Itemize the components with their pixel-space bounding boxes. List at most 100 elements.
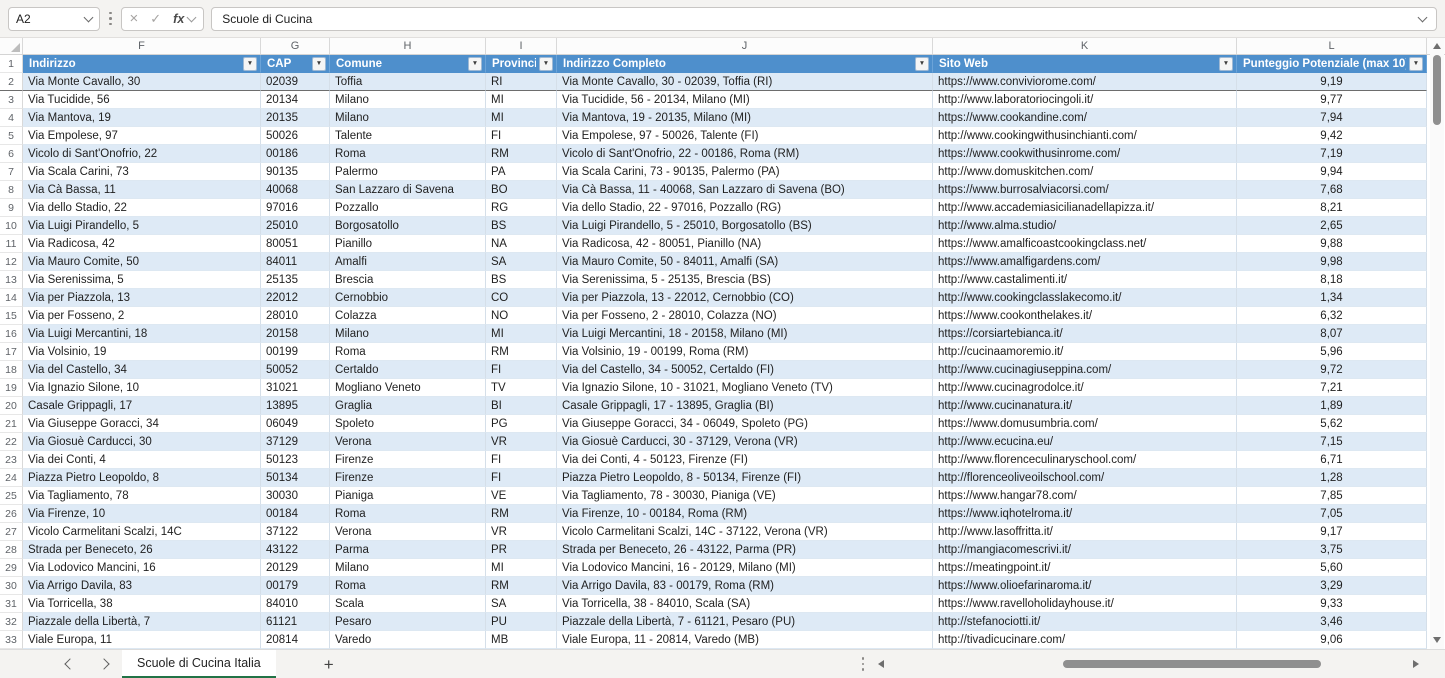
cell-completo[interactable]: Via per Fosseno, 2 - 28010, Colazza (NO) <box>557 307 933 325</box>
cell-comune[interactable]: Firenze <box>330 451 486 469</box>
cell-comune[interactable]: Cernobbio <box>330 289 486 307</box>
row-number[interactable]: 25 <box>0 487 23 505</box>
cell-sito[interactable]: http://www.florenceculinaryschool.com/ <box>933 451 1237 469</box>
cell-sito[interactable]: http://www.cookingclasslakecomo.it/ <box>933 289 1237 307</box>
cell-comune[interactable]: Roma <box>330 505 486 523</box>
row-number[interactable]: 22 <box>0 433 23 451</box>
header-cell-punteggio[interactable]: Punteggio Potenziale (max 10) ▼ <box>1237 55 1427 73</box>
cell-punteggio[interactable]: 7,85 <box>1237 487 1427 505</box>
row-number[interactable]: 15 <box>0 307 23 325</box>
cell-comune[interactable]: Certaldo <box>330 361 486 379</box>
vertical-scrollbar[interactable] <box>1430 38 1444 649</box>
row-number[interactable]: 30 <box>0 577 23 595</box>
cell-indirizzo[interactable]: Via Luigi Mercantini, 18 <box>23 325 261 343</box>
cell-indirizzo[interactable]: Via per Fosseno, 2 <box>23 307 261 325</box>
cell-sito[interactable]: http://www.cucinagiuseppina.com/ <box>933 361 1237 379</box>
header-cell-indirizzo[interactable]: Indirizzo ▼ <box>23 55 261 73</box>
row-number[interactable]: 16 <box>0 325 23 343</box>
cell-punteggio[interactable]: 7,19 <box>1237 145 1427 163</box>
cell-sito[interactable]: https://www.conviviorome.com/ <box>933 73 1237 91</box>
cell-comune[interactable]: Pozzallo <box>330 199 486 217</box>
row-number[interactable]: 5 <box>0 127 23 145</box>
cell-provincia[interactable]: RG <box>486 199 557 217</box>
cell-provincia[interactable]: FI <box>486 361 557 379</box>
cell-comune[interactable]: Milano <box>330 109 486 127</box>
cell-cap[interactable]: 25135 <box>261 271 330 289</box>
row-number[interactable]: 27 <box>0 523 23 541</box>
cell-completo[interactable]: Casale Grippagli, 17 - 13895, Graglia (B… <box>557 397 933 415</box>
cell-cap[interactable]: 20158 <box>261 325 330 343</box>
row-number[interactable]: 12 <box>0 253 23 271</box>
cell-punteggio[interactable]: 7,05 <box>1237 505 1427 523</box>
cell-punteggio[interactable]: 9,98 <box>1237 253 1427 271</box>
cell-indirizzo[interactable]: Via Empolese, 97 <box>23 127 261 145</box>
cell-comune[interactable]: Colazza <box>330 307 486 325</box>
cell-sito[interactable]: https://www.iqhotelroma.it/ <box>933 505 1237 523</box>
cell-punteggio[interactable]: 1,89 <box>1237 397 1427 415</box>
cell-cap[interactable]: 50052 <box>261 361 330 379</box>
cell-comune[interactable]: Pianillo <box>330 235 486 253</box>
row-number[interactable]: 32 <box>0 613 23 631</box>
cell-indirizzo[interactable]: Via Mauro Comite, 50 <box>23 253 261 271</box>
cell-sito[interactable]: http://www.cookingwithusinchianti.com/ <box>933 127 1237 145</box>
cell-cap[interactable]: 43122 <box>261 541 330 559</box>
cell-completo[interactable]: Via Firenze, 10 - 00184, Roma (RM) <box>557 505 933 523</box>
cell-comune[interactable]: Roma <box>330 343 486 361</box>
cell-cap[interactable]: 84010 <box>261 595 330 613</box>
cell-comune[interactable]: Mogliano Veneto <box>330 379 486 397</box>
cell-indirizzo[interactable]: Via Radicosa, 42 <box>23 235 261 253</box>
cell-completo[interactable]: Via Ignazio Silone, 10 - 31021, Mogliano… <box>557 379 933 397</box>
cell-comune[interactable]: Pesaro <box>330 613 486 631</box>
cell-provincia[interactable]: RI <box>486 73 557 91</box>
cell-punteggio[interactable]: 2,65 <box>1237 217 1427 235</box>
chevron-down-icon[interactable] <box>83 12 94 22</box>
column-letter-F[interactable]: F <box>23 38 261 54</box>
cell-cap[interactable]: 84011 <box>261 253 330 271</box>
cell-completo[interactable]: Via Radicosa, 42 - 80051, Pianillo (NA) <box>557 235 933 253</box>
filter-button-comune[interactable]: ▼ <box>468 56 482 71</box>
cell-comune[interactable]: Pianiga <box>330 487 486 505</box>
row-number[interactable]: 3 <box>0 91 23 109</box>
filter-button-provincia[interactable]: ▼ <box>539 56 553 71</box>
cell-cap[interactable]: 22012 <box>261 289 330 307</box>
cell-cap[interactable]: 00199 <box>261 343 330 361</box>
header-cell-sito[interactable]: Sito Web ▼ <box>933 55 1237 73</box>
cell-cap[interactable]: 97016 <box>261 199 330 217</box>
cell-provincia[interactable]: SA <box>486 595 557 613</box>
cell-comune[interactable]: Graglia <box>330 397 486 415</box>
cell-provincia[interactable]: MB <box>486 631 557 649</box>
cell-cap[interactable]: 30030 <box>261 487 330 505</box>
cell-provincia[interactable]: MI <box>486 91 557 109</box>
cell-provincia[interactable]: SA <box>486 253 557 271</box>
cell-completo[interactable]: Via Monte Cavallo, 30 - 02039, Toffia (R… <box>557 73 933 91</box>
header-cell-completo[interactable]: Indirizzo Completo ▼ <box>557 55 933 73</box>
cell-cap[interactable]: 06049 <box>261 415 330 433</box>
column-letter-G[interactable]: G <box>261 38 330 54</box>
cell-punteggio[interactable]: 1,34 <box>1237 289 1427 307</box>
column-letter-I[interactable]: I <box>486 38 557 54</box>
cell-punteggio[interactable]: 7,21 <box>1237 379 1427 397</box>
cell-sito[interactable]: https://www.olioefarinaroma.it/ <box>933 577 1237 595</box>
cell-provincia[interactable]: NO <box>486 307 557 325</box>
cell-sito[interactable]: https://corsiartebianca.it/ <box>933 325 1237 343</box>
cell-indirizzo[interactable]: Piazzale della Libertà, 7 <box>23 613 261 631</box>
cell-sito[interactable]: http://www.accademiasicilianadellapizza.… <box>933 199 1237 217</box>
prev-sheet-icon[interactable] <box>64 658 76 670</box>
cell-provincia[interactable]: PA <box>486 163 557 181</box>
cell-completo[interactable]: Via Mauro Comite, 50 - 84011, Amalfi (SA… <box>557 253 933 271</box>
cell-sito[interactable]: https://www.cookonthelakes.it/ <box>933 307 1237 325</box>
cell-punteggio[interactable]: 9,42 <box>1237 127 1427 145</box>
cell-indirizzo[interactable]: Vicolo di Sant'Onofrio, 22 <box>23 145 261 163</box>
cell-punteggio[interactable]: 9,77 <box>1237 91 1427 109</box>
cell-completo[interactable]: Via Scala Carini, 73 - 90135, Palermo (P… <box>557 163 933 181</box>
cell-indirizzo[interactable]: Vicolo Carmelitani Scalzi, 14C <box>23 523 261 541</box>
cell-provincia[interactable]: RM <box>486 505 557 523</box>
cell-punteggio[interactable]: 9,94 <box>1237 163 1427 181</box>
row-number[interactable]: 2 <box>0 73 23 91</box>
cell-sito[interactable]: http://www.cucinanatura.it/ <box>933 397 1237 415</box>
cell-punteggio[interactable]: 7,15 <box>1237 433 1427 451</box>
cell-provincia[interactable]: TV <box>486 379 557 397</box>
cell-comune[interactable]: Verona <box>330 523 486 541</box>
cell-punteggio[interactable]: 1,28 <box>1237 469 1427 487</box>
cell-punteggio[interactable]: 8,21 <box>1237 199 1427 217</box>
